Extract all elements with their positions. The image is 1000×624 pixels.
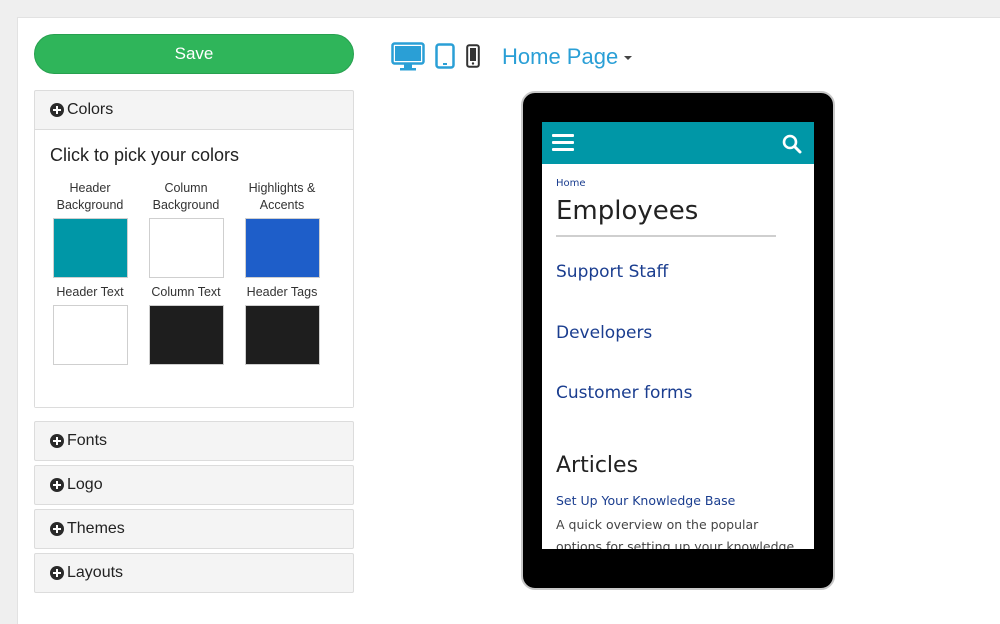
swatch-label-highlights-accents: Highlights & Accents [248,181,316,212]
colors-panel-body: Click to pick your colors Header Backgro… [35,129,353,407]
tablet-icon[interactable] [435,43,455,69]
layouts-panel[interactable]: Layouts [34,553,354,593]
mobile-icon[interactable] [466,44,480,68]
swatch-column-text[interactable] [149,305,224,365]
swatch-header-background[interactable] [53,218,128,278]
search-icon[interactable] [782,134,802,154]
plus-circle-icon [50,478,64,492]
colors-panel-title: Colors [67,101,114,118]
caret-down-icon [624,56,633,60]
preview-link-support-staff[interactable]: Support Staff [556,262,668,282]
preview-link-customer-forms[interactable]: Customer forms [556,383,692,403]
colors-instructions: Click to pick your colors [50,145,240,165]
colors-panel-header[interactable]: Colors [35,91,353,129]
swatch-label-header-tags: Header Tags [246,285,318,299]
logo-panel[interactable]: Logo [34,465,354,505]
preview-breadcrumb[interactable]: Home [556,178,586,189]
preview-screen: Home Employees Support Staff Developers … [542,122,814,549]
desktop-icon[interactable] [391,42,425,72]
layouts-panel-header[interactable]: Layouts [35,554,353,592]
logo-panel-title: Logo [67,476,103,493]
fonts-panel-title: Fonts [67,432,108,449]
swatch-column-background[interactable] [149,218,224,278]
preview-article-link[interactable]: Set Up Your Knowledge Base [556,493,735,508]
swatch-label-column-text: Column Text [151,285,221,299]
themes-panel-header[interactable]: Themes [35,510,353,548]
themes-panel-title: Themes [67,520,125,537]
tablet-preview-frame: Home Employees Support Staff Developers … [521,91,835,590]
plus-circle-icon [50,103,64,117]
page-select-value: Home Page [502,44,619,69]
plus-circle-icon [50,566,64,580]
plus-circle-icon [50,434,64,448]
page-select-dropdown[interactable]: Home Page [502,44,633,70]
preview-article-excerpt: A quick overview on the popular options … [556,517,795,549]
logo-panel-header[interactable]: Logo [35,466,353,504]
hamburger-menu-icon[interactable] [552,134,574,151]
swatch-label-header-text: Header Text [56,285,124,299]
preview-articles-heading: Articles [556,453,639,478]
app-window: Save Colors Click to pick your colors He… [17,17,1000,624]
save-button[interactable]: Save [34,34,354,74]
preview-link-developers[interactable]: Developers [556,323,652,343]
fonts-panel-header[interactable]: Fonts [35,422,353,460]
preview-page-title: Employees [556,196,699,226]
themes-panel[interactable]: Themes [34,509,354,549]
preview-title-divider [556,235,776,237]
swatch-highlights-accents[interactable] [245,218,320,278]
colors-panel: Colors Click to pick your colors Header … [34,90,354,408]
swatch-header-text[interactable] [53,305,128,365]
fonts-panel[interactable]: Fonts [34,421,354,461]
swatch-label-column-background: Column Background [152,181,220,212]
layouts-panel-title: Layouts [67,564,124,581]
preview-header-bar [542,122,814,164]
swatch-label-header-background: Header Background [56,181,124,212]
swatch-header-tags[interactable] [245,305,320,365]
plus-circle-icon [50,522,64,536]
